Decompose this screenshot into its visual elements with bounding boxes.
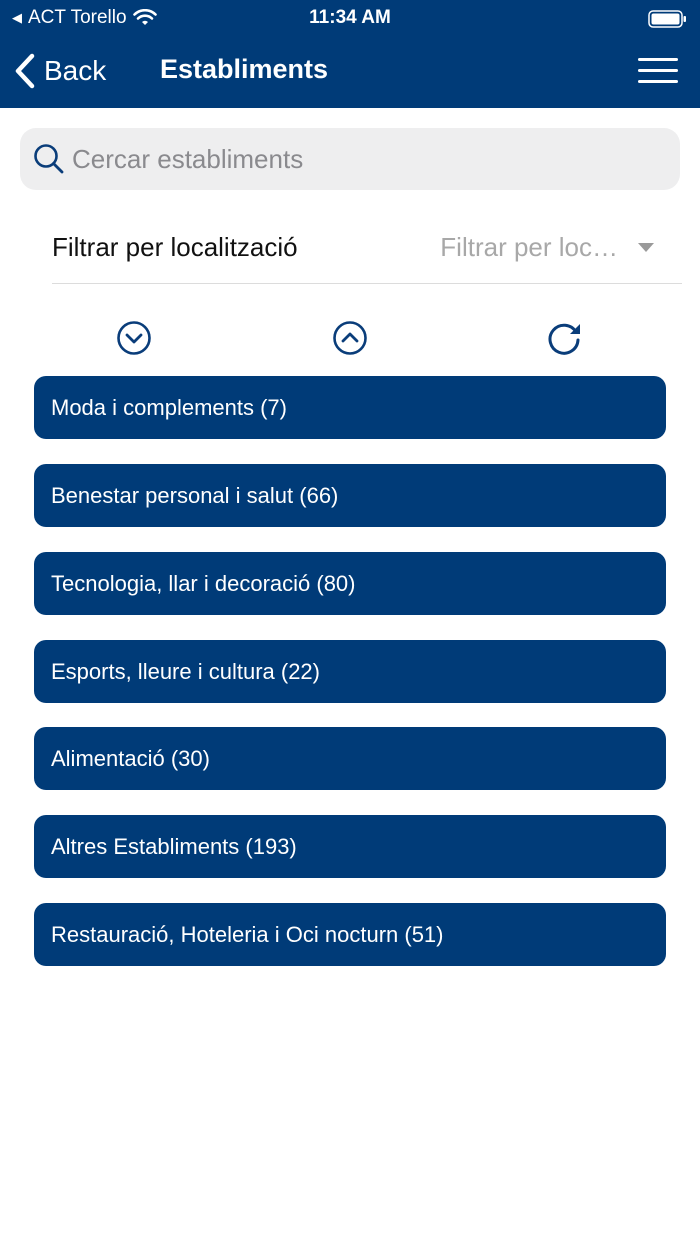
category-item[interactable]: Benestar personal i salut (66): [34, 464, 666, 527]
chevron-down-circle-icon: [117, 321, 151, 355]
category-label: Benestar personal i salut (66): [51, 482, 339, 508]
battery-icon: [648, 9, 688, 35]
expand-all-button[interactable]: [116, 320, 152, 356]
search-icon: [34, 144, 64, 174]
search-bar: [20, 128, 680, 190]
back-button[interactable]: Back: [14, 50, 106, 92]
category-item[interactable]: Altres Establiments (193): [34, 815, 666, 878]
menu-line: [638, 80, 678, 83]
category-item[interactable]: Esports, lleure i cultura (22): [34, 640, 666, 703]
chevron-left-icon: [15, 53, 35, 89]
category-label: Altres Establiments (193): [51, 833, 297, 859]
refresh-icon: [548, 323, 580, 355]
status-time: 11:34 AM: [309, 7, 391, 28]
chevron-up-circle-icon: [333, 321, 367, 355]
page-title: Establiments: [160, 54, 329, 84]
category-label: Moda i complements (7): [51, 394, 287, 420]
hamburger-menu-button[interactable]: [638, 58, 678, 86]
menu-line: [638, 58, 678, 61]
category-label: Alimentació (30): [51, 745, 210, 771]
category-item[interactable]: Moda i complements (7): [34, 376, 666, 439]
search-input[interactable]: [72, 143, 662, 175]
top-bar: ◀ ACT Torello 11:34 AM Back Establiments: [0, 0, 700, 108]
category-label: Esports, lleure i cultura (22): [51, 658, 320, 684]
navigation-bar: Back Establiments: [0, 40, 700, 104]
category-item[interactable]: Alimentació (30): [34, 727, 666, 790]
category-label: Tecnologia, llar i decoració (80): [51, 570, 356, 596]
filter-label: Filtrar per localització: [52, 232, 298, 262]
category-item[interactable]: Restauració, Hoteleria i Oci nocturn (51…: [34, 903, 666, 966]
filter-select-value: Filtrar per loc…: [440, 232, 618, 262]
back-label: Back: [44, 55, 107, 86]
location-filter-row: Filtrar per localització Filtrar per loc…: [52, 212, 682, 284]
caret-down-icon: [638, 243, 654, 252]
collapse-all-button[interactable]: [332, 320, 368, 356]
category-label: Restauració, Hoteleria i Oci nocturn (51…: [51, 921, 444, 947]
refresh-button[interactable]: [547, 320, 583, 356]
status-bar: ◀ ACT Torello 11:34 AM: [0, 0, 700, 36]
menu-line: [638, 69, 678, 72]
location-filter-dropdown[interactable]: Filtrar per loc…: [440, 232, 654, 263]
category-item[interactable]: Tecnologia, llar i decoració (80): [34, 552, 666, 615]
